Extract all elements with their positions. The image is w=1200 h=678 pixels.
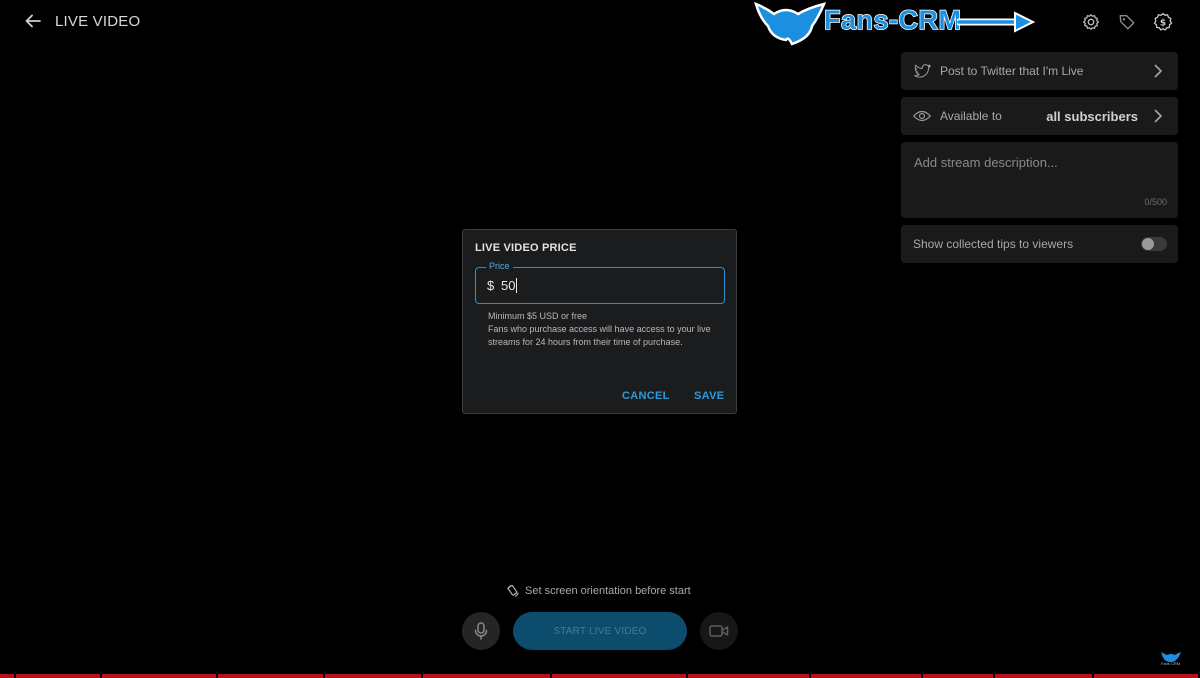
chevron-right-icon bbox=[1154, 64, 1162, 78]
microphone-button[interactable] bbox=[462, 612, 500, 650]
show-tips-row: Show collected tips to viewers bbox=[901, 225, 1178, 263]
tag-button[interactable] bbox=[1115, 10, 1139, 34]
orientation-hint: Set screen orientation before start bbox=[506, 584, 691, 598]
svg-text:$: $ bbox=[1160, 19, 1166, 29]
gear-icon bbox=[1082, 13, 1100, 31]
eye-icon bbox=[913, 107, 931, 125]
camera-button[interactable] bbox=[700, 612, 738, 650]
text-caret bbox=[516, 278, 517, 293]
toggle-knob bbox=[1142, 238, 1154, 250]
price-help-access: Fans who purchase access will have acces… bbox=[488, 324, 711, 347]
price-input[interactable]: 50 bbox=[501, 278, 701, 293]
page-title: LIVE VIDEO bbox=[55, 13, 141, 30]
tips-label: Show collected tips to viewers bbox=[913, 237, 1074, 251]
brand-text: Fans-CRM bbox=[823, 4, 962, 36]
description-placeholder: Add stream description... bbox=[914, 155, 1058, 170]
cancel-button[interactable]: CANCEL bbox=[622, 390, 670, 402]
arrow-right-icon bbox=[957, 11, 1036, 33]
available-value: all subscribers bbox=[1046, 108, 1138, 124]
twitter-label: Post to Twitter that I'm Live bbox=[940, 64, 1084, 78]
twitter-icon bbox=[913, 62, 931, 80]
back-arrow-icon bbox=[25, 14, 41, 28]
live-video-price-dialog: LIVE VIDEO PRICE Price $ 50 Minimum $5 U… bbox=[462, 229, 737, 414]
save-button[interactable]: SAVE bbox=[694, 390, 724, 402]
currency-symbol: $ bbox=[487, 278, 495, 293]
price-field[interactable]: Price $ 50 bbox=[475, 261, 725, 304]
stream-description-field[interactable]: Add stream description... 0/500 bbox=[901, 142, 1178, 218]
video-progress-strip bbox=[0, 674, 1200, 678]
available-label: Available to bbox=[940, 109, 1002, 123]
microphone-icon bbox=[474, 622, 488, 640]
tips-toggle[interactable] bbox=[1141, 237, 1167, 251]
settings-button[interactable] bbox=[1079, 10, 1103, 34]
chevron-right-icon bbox=[1154, 109, 1162, 123]
screen-rotation-icon bbox=[507, 584, 519, 597]
orientation-hint-text: Set screen orientation before start bbox=[525, 585, 691, 597]
price-button[interactable]: $ bbox=[1151, 10, 1175, 34]
start-live-video-button[interactable]: START LIVE VIDEO bbox=[513, 612, 687, 650]
tag-icon bbox=[1119, 15, 1135, 30]
price-help-minimum: Minimum $5 USD or free bbox=[488, 311, 588, 321]
cat-logo-icon bbox=[754, 1, 827, 46]
corner-logo-text: Fans CRM bbox=[1161, 661, 1181, 666]
price-field-label: Price bbox=[486, 261, 513, 271]
dollar-badge-icon: $ bbox=[1153, 12, 1173, 31]
video-camera-icon bbox=[709, 625, 729, 637]
fans-crm-corner-logo: Fans CRM bbox=[1160, 650, 1182, 666]
dialog-title: LIVE VIDEO PRICE bbox=[475, 242, 577, 254]
post-to-twitter-row[interactable]: Post to Twitter that I'm Live bbox=[901, 52, 1178, 90]
description-counter: 0/500 bbox=[1144, 197, 1167, 207]
availability-row[interactable]: Available to all subscribers bbox=[901, 97, 1178, 135]
fans-crm-watermark: Fans-CRM bbox=[752, 0, 1036, 46]
back-button[interactable] bbox=[22, 10, 44, 32]
